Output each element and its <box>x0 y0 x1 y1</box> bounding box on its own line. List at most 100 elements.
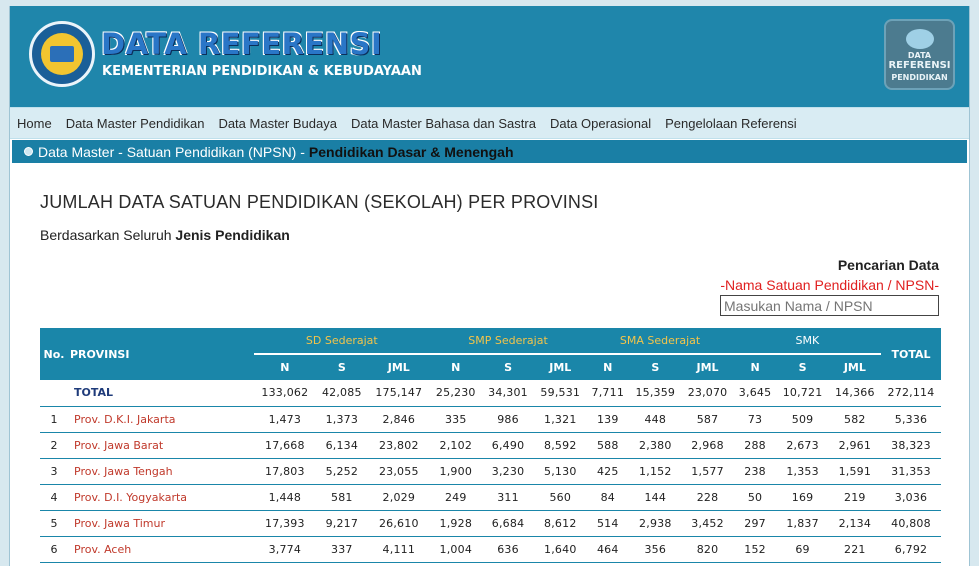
col-smp-jml: JML <box>549 361 572 374</box>
row-value: 2,961 <box>828 432 881 459</box>
search-panel: Pencarian Data -Nama Satuan Pendidikan /… <box>40 257 939 316</box>
row-value: 311 <box>481 484 535 511</box>
row-value: 139 <box>586 406 630 433</box>
col-total: TOTAL <box>891 347 931 361</box>
row-value: 288 <box>733 432 777 459</box>
row-value: 514 <box>586 510 630 537</box>
row-value: 42,085 <box>315 380 368 407</box>
group-smk: SMK <box>733 328 881 355</box>
row-value: 50 <box>733 484 777 511</box>
row-value: 84 <box>586 484 630 511</box>
row-value: 34,301 <box>481 380 535 407</box>
row-value: 2,968 <box>681 432 734 459</box>
table-row: 4 Prov. D.I. Yogyakarta 1,448 581 2,029 249 31… <box>40 484 941 511</box>
row-value: 25,230 <box>429 380 482 407</box>
search-label: Pencarian Data <box>837 257 939 273</box>
row-value: 6,684 <box>481 510 535 537</box>
row-value: 986 <box>481 406 535 433</box>
row-province: TOTAL <box>68 380 254 407</box>
row-value: 1,448 <box>254 484 316 511</box>
col-sma-n: N <box>603 361 613 374</box>
row-value: 8,612 <box>534 510 587 537</box>
province-link[interactable]: Prov. D.I. Yogyakarta <box>68 484 254 511</box>
page: DATA REFERENSI KEMENTERIAN PENDIDIKAN & … <box>9 6 970 566</box>
province-link[interactable]: Prov. Aceh <box>68 536 254 563</box>
nav-home[interactable]: Home <box>17 116 52 131</box>
row-value: 17,393 <box>254 510 316 537</box>
table-row: 2 Prov. Jawa Barat 17,668 6,134 23,802 2,102 6… <box>40 432 941 459</box>
badge-line1: DATA <box>907 51 932 60</box>
row-value: 272,114 <box>881 380 941 407</box>
row-value: 1,353 <box>776 458 829 485</box>
row-no: 1 <box>40 406 68 433</box>
badge-line2: REFERENSI <box>888 60 951 71</box>
row-no: 2 <box>40 432 68 459</box>
row-value: 297 <box>733 510 777 537</box>
row-value: 3,452 <box>681 510 734 537</box>
row-value: 464 <box>586 536 630 563</box>
group-smp: SMP Sederajat <box>429 328 587 355</box>
row-value: 1,152 <box>629 458 682 485</box>
province-link[interactable]: Prov. Jawa Timur <box>68 510 254 537</box>
logo-book-icon <box>50 46 74 62</box>
row-value: 425 <box>586 458 630 485</box>
row-value: 17,803 <box>254 458 316 485</box>
col-sma-jml: JML <box>696 361 719 374</box>
nav-data-master-budaya[interactable]: Data Master Budaya <box>218 116 337 131</box>
header-banner: DATA REFERENSI KEMENTERIAN PENDIDIKAN & … <box>10 6 969 107</box>
row-value: 509 <box>776 406 829 433</box>
table-row: 3 Prov. Jawa Tengah 17,803 5,252 23,055 1,900… <box>40 458 941 485</box>
group-sd: SD Sederajat <box>254 328 430 355</box>
row-value: 5,130 <box>534 458 587 485</box>
row-value: 6,490 <box>481 432 535 459</box>
group-sma: SMA Sederajat <box>586 328 734 355</box>
main-content: JUMLAH DATA SATUAN PENDIDIKAN (SEKOLAH) … <box>10 192 969 563</box>
col-smk-s: S <box>798 361 807 374</box>
row-value: 40,808 <box>881 510 941 537</box>
site-subtitle: KEMENTERIAN PENDIDIKAN & KEBUDAYAAN <box>102 64 422 79</box>
province-link[interactable]: Prov. Jawa Tengah <box>68 458 254 485</box>
row-value: 2,673 <box>776 432 829 459</box>
row-value: 221 <box>828 536 881 563</box>
province-link[interactable]: Prov. Jawa Barat <box>68 432 254 459</box>
row-value: 238 <box>733 458 777 485</box>
data-referensi-badge[interactable]: DATA REFERENSI PENDIDIKAN <box>884 19 955 90</box>
row-value: 2,380 <box>629 432 682 459</box>
row-value: 9,217 <box>315 510 368 537</box>
row-value: 3,645 <box>733 380 777 407</box>
row-no: 5 <box>40 510 68 537</box>
province-link[interactable]: Prov. D.K.I. Jakarta <box>68 406 254 433</box>
table-row: 6 Prov. Aceh 3,774 337 4,111 1,004 636 1,640 464… <box>40 536 941 563</box>
col-provinsi: PROVINSI <box>70 347 130 361</box>
row-value: 23,055 <box>367 458 430 485</box>
province-table: No. PROVINSI SD Sederajat SMP Sederajat … <box>40 328 941 563</box>
row-value: 335 <box>429 406 482 433</box>
row-value: 10,721 <box>776 380 829 407</box>
table-row-total: TOTAL 133,062 42,085 175,147 25,230 34,301 59,… <box>40 380 941 407</box>
row-value: 581 <box>315 484 368 511</box>
breadcrumb-current: Pendidikan Dasar & Menengah <box>308 143 514 160</box>
row-value: 175,147 <box>367 380 430 407</box>
row-value: 3,036 <box>881 484 941 511</box>
table-row: 1 Prov. D.K.I. Jakarta 1,473 1,373 2,846 335 9… <box>40 406 941 433</box>
row-value: 2,938 <box>629 510 682 537</box>
row-value: 152 <box>733 536 777 563</box>
row-value: 69 <box>776 536 829 563</box>
row-value: 1,004 <box>429 536 482 563</box>
filter-prefix: Berdasarkan Seluruh <box>40 227 172 243</box>
row-value: 1,640 <box>534 536 587 563</box>
ministry-logo-icon[interactable] <box>29 21 95 87</box>
col-sd-jml: JML <box>387 361 410 374</box>
row-value: 228 <box>681 484 734 511</box>
col-smp-s: S <box>504 361 512 374</box>
row-value: 1,473 <box>254 406 316 433</box>
nav-data-master-bahasa[interactable]: Data Master Bahasa dan Sastra <box>351 116 536 131</box>
nav-data-master-pendidikan[interactable]: Data Master Pendidikan <box>66 116 205 131</box>
nav-data-operasional[interactable]: Data Operasional <box>550 116 651 131</box>
row-value: 4,111 <box>367 536 430 563</box>
search-input[interactable] <box>720 295 939 316</box>
row-value: 356 <box>629 536 682 563</box>
badge-line3: PENDIDIKAN <box>891 73 948 82</box>
row-value: 337 <box>315 536 368 563</box>
nav-pengelolaan-referensi[interactable]: Pengelolaan Referensi <box>665 116 797 131</box>
